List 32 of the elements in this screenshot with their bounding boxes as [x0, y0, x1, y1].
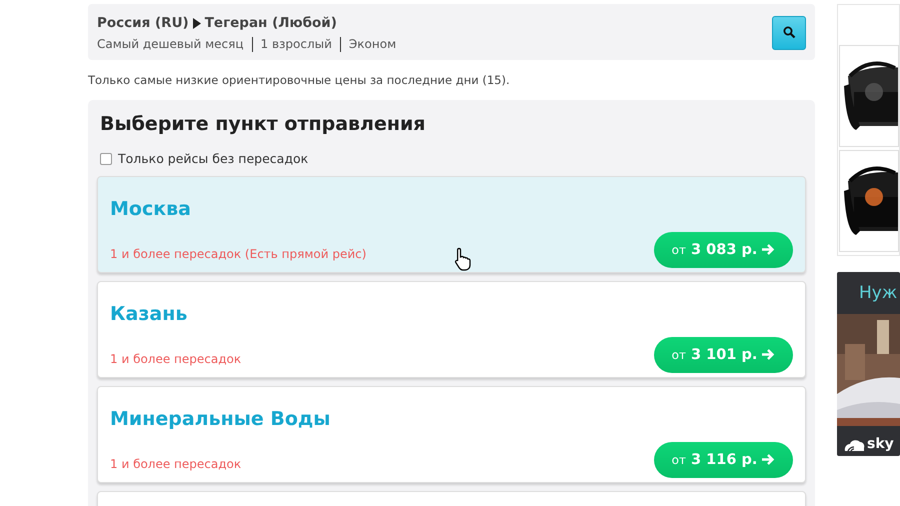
search-param: Самый дешевый месяц	[97, 37, 244, 52]
price-button[interactable]: от 3 116 р.	[654, 442, 793, 478]
search-button[interactable]	[772, 16, 806, 50]
checkbox[interactable]	[100, 153, 112, 166]
stops-text: 1 и более пересадок	[110, 456, 242, 474]
search-icon	[782, 26, 796, 40]
panel-title: Выберите пункт отправления	[100, 112, 426, 136]
destination-card[interactable]: Москва 1 и более пересадок (Есть прямой рейс) от 3 083 р.	[97, 176, 806, 273]
search-param: 1 взрослый	[252, 37, 340, 52]
info-note: Только самые низкие ориентировочные цены за последние дни (15).	[88, 72, 511, 90]
cloud-logo-icon	[843, 438, 865, 452]
banner-headline: Нуж	[858, 282, 898, 305]
destination-text: Тегеран (Любой)	[204, 14, 337, 33]
stops-text: 1 и более пересадок	[110, 351, 242, 368]
checkbox-label: Только рейсы без пересадок	[118, 150, 308, 168]
arrow-icon	[762, 244, 776, 256]
brand-logo-text: sky	[867, 435, 894, 454]
city-name: Москва	[110, 196, 192, 222]
city-name: Минеральные Воды	[110, 406, 332, 432]
destination-card[interactable]: Казань 1 и более пересадок от 3 101 р.	[97, 280, 806, 378]
price-button[interactable]: от 3 083 р.	[654, 232, 793, 268]
destination-card[interactable]: Минеральные Воды 1 и более пересадок от 3 116 р.	[97, 386, 806, 483]
triangle-icon	[192, 18, 201, 29]
origin-text: Россия (RU)	[97, 14, 189, 33]
stops-text: 1 и более пересадок (Есть прямой рейс)	[110, 246, 366, 264]
city-name: Казань	[110, 302, 188, 327]
pointer-cursor-icon	[454, 246, 472, 271]
arrow-icon	[762, 454, 776, 466]
ad-banner[interactable]: Нуж sky	[837, 272, 900, 456]
search-param: Эконом	[340, 37, 404, 52]
arrow-icon	[762, 349, 776, 360]
price-button[interactable]: от 3 101 р.	[654, 336, 793, 373]
